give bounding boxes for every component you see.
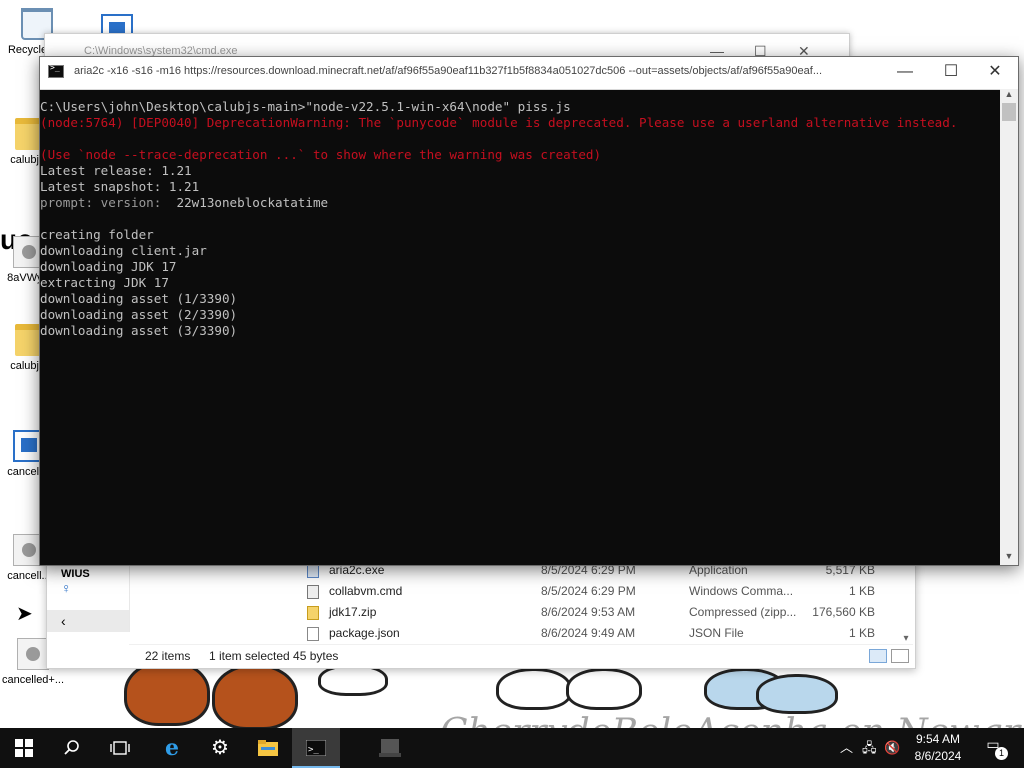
console-titlebar[interactable]: aria2c -x16 -s16 -m16 https://resources.… bbox=[40, 57, 1018, 90]
task-view-icon[interactable] bbox=[96, 728, 144, 768]
settings-gear-icon[interactable]: ⚙ bbox=[196, 728, 244, 768]
nav-logo: WIUS ♀ bbox=[61, 568, 90, 596]
large-icons-view-icon[interactable] bbox=[891, 649, 909, 663]
taskbar: e ⚙ >_ ︿ 🖧 🔇 9:54 AM 8/6/2024 ▭ 1 bbox=[0, 728, 1024, 768]
clock-date: 8/6/2024 bbox=[914, 749, 962, 763]
internet-explorer-icon[interactable]: e bbox=[148, 728, 196, 768]
console-taskbar-button[interactable]: >_ bbox=[292, 728, 340, 768]
console-warning-line: (node:5764) [DEP0040] DeprecationWarning… bbox=[40, 115, 958, 130]
svg-text:>_: >_ bbox=[308, 745, 319, 755]
scroll-down-icon[interactable]: ▼ bbox=[1000, 551, 1018, 565]
action-center-icon[interactable]: ▭ 1 bbox=[982, 736, 1008, 760]
wallpaper-art-shoe bbox=[496, 668, 572, 710]
taskbar-app-icon[interactable] bbox=[366, 728, 414, 768]
console-line: C:\Users\john\Desktop\calubjs-main>"node… bbox=[40, 99, 571, 114]
show-hidden-icons-icon[interactable]: ︿ bbox=[840, 728, 853, 768]
console-line: Latest snapshot: 1.21 bbox=[40, 179, 200, 194]
scroll-left-icon[interactable]: ‹ bbox=[47, 610, 129, 632]
prompt-key: prompt: bbox=[40, 195, 94, 210]
file-explorer-window[interactable]: WIUS ♀ ‹ aria2c.exe 8/5/2024 6:29 PM App… bbox=[46, 555, 916, 669]
file-row[interactable]: jdk17.zip 8/6/2024 9:53 AM Compressed (z… bbox=[307, 602, 905, 623]
console-line: downloading client.jar bbox=[40, 243, 207, 258]
details-view-icon[interactable] bbox=[869, 649, 887, 663]
status-item-count: 22 items bbox=[145, 649, 191, 663]
notification-count: 1 bbox=[995, 747, 1008, 760]
scroll-up-icon[interactable]: ▲ bbox=[1000, 89, 1018, 103]
console-line: extracting JDK 17 bbox=[40, 275, 169, 290]
zip-icon bbox=[307, 606, 319, 620]
console-icon bbox=[48, 63, 64, 78]
console-line: Latest release: 1.21 bbox=[40, 163, 192, 178]
file-explorer-icon[interactable] bbox=[244, 728, 292, 768]
console-window[interactable]: aria2c -x16 -s16 -m16 https://resources.… bbox=[39, 56, 1019, 566]
prompt-value: 22w13oneblockatatime bbox=[176, 195, 329, 210]
console-warning-line: (Use `node --trace-deprecation ...` to s… bbox=[40, 147, 602, 162]
windows-logo-icon bbox=[15, 739, 33, 757]
mouse-cursor-icon: ➤ bbox=[16, 603, 33, 625]
scrollbar-thumb[interactable] bbox=[1002, 103, 1016, 121]
settings-file-icon bbox=[17, 638, 49, 670]
desktop-icon-label: cancelled+... bbox=[1, 674, 65, 686]
wallpaper-art-shoe bbox=[124, 660, 210, 726]
close-button[interactable]: ✕ bbox=[972, 57, 1018, 89]
console-prompt-line: prompt: version: 22w13oneblockatatime bbox=[40, 195, 1000, 211]
console-line: downloading asset (2/3390) bbox=[40, 307, 238, 322]
wallpaper-art-shoe bbox=[756, 674, 838, 714]
console-title: aria2c -x16 -s16 -m16 https://resources.… bbox=[74, 65, 822, 77]
minimize-button[interactable]: — bbox=[882, 57, 928, 89]
taskbar-clock[interactable]: 9:54 AM 8/6/2024 bbox=[900, 731, 976, 765]
network-icon[interactable]: 🖧 bbox=[862, 728, 877, 768]
cmd-icon bbox=[307, 585, 319, 599]
console-line: creating folder bbox=[40, 227, 154, 242]
status-bar: 22 items 1 item selected 45 bytes bbox=[129, 644, 913, 667]
prompt-label: version: bbox=[93, 195, 177, 210]
file-icon bbox=[307, 627, 319, 641]
volume-muted-icon[interactable]: 🔇 bbox=[884, 728, 900, 768]
console-line: downloading asset (3/3390) bbox=[40, 323, 238, 338]
console-output[interactable]: C:\Users\john\Desktop\calubjs-main>"node… bbox=[40, 89, 1000, 565]
clock-time: 9:54 AM bbox=[915, 732, 961, 746]
person-icon: ♀ bbox=[61, 580, 72, 596]
file-row[interactable]: package.json 8/6/2024 9:49 AM JSON File … bbox=[307, 623, 905, 644]
maximize-button[interactable]: ☐ bbox=[928, 57, 974, 89]
console-line: downloading JDK 17 bbox=[40, 259, 177, 274]
start-button[interactable] bbox=[0, 728, 48, 768]
file-list-scrollbar[interactable]: ▾ bbox=[899, 560, 913, 644]
scroll-down-icon[interactable]: ▾ bbox=[899, 633, 913, 644]
console-line: downloading asset (1/3390) bbox=[40, 291, 238, 306]
navigation-pane[interactable]: WIUS ♀ ‹ bbox=[47, 556, 130, 632]
console-scrollbar[interactable]: ▲ ▼ bbox=[1000, 89, 1018, 565]
exe-icon bbox=[307, 564, 319, 578]
status-selection: 1 item selected 45 bytes bbox=[209, 649, 339, 663]
search-icon[interactable] bbox=[48, 728, 96, 768]
wallpaper-art-shoe bbox=[212, 664, 298, 730]
wallpaper-art-shoe bbox=[566, 668, 642, 710]
file-row[interactable]: collabvm.cmd 8/5/2024 6:29 PM Windows Co… bbox=[307, 581, 905, 602]
